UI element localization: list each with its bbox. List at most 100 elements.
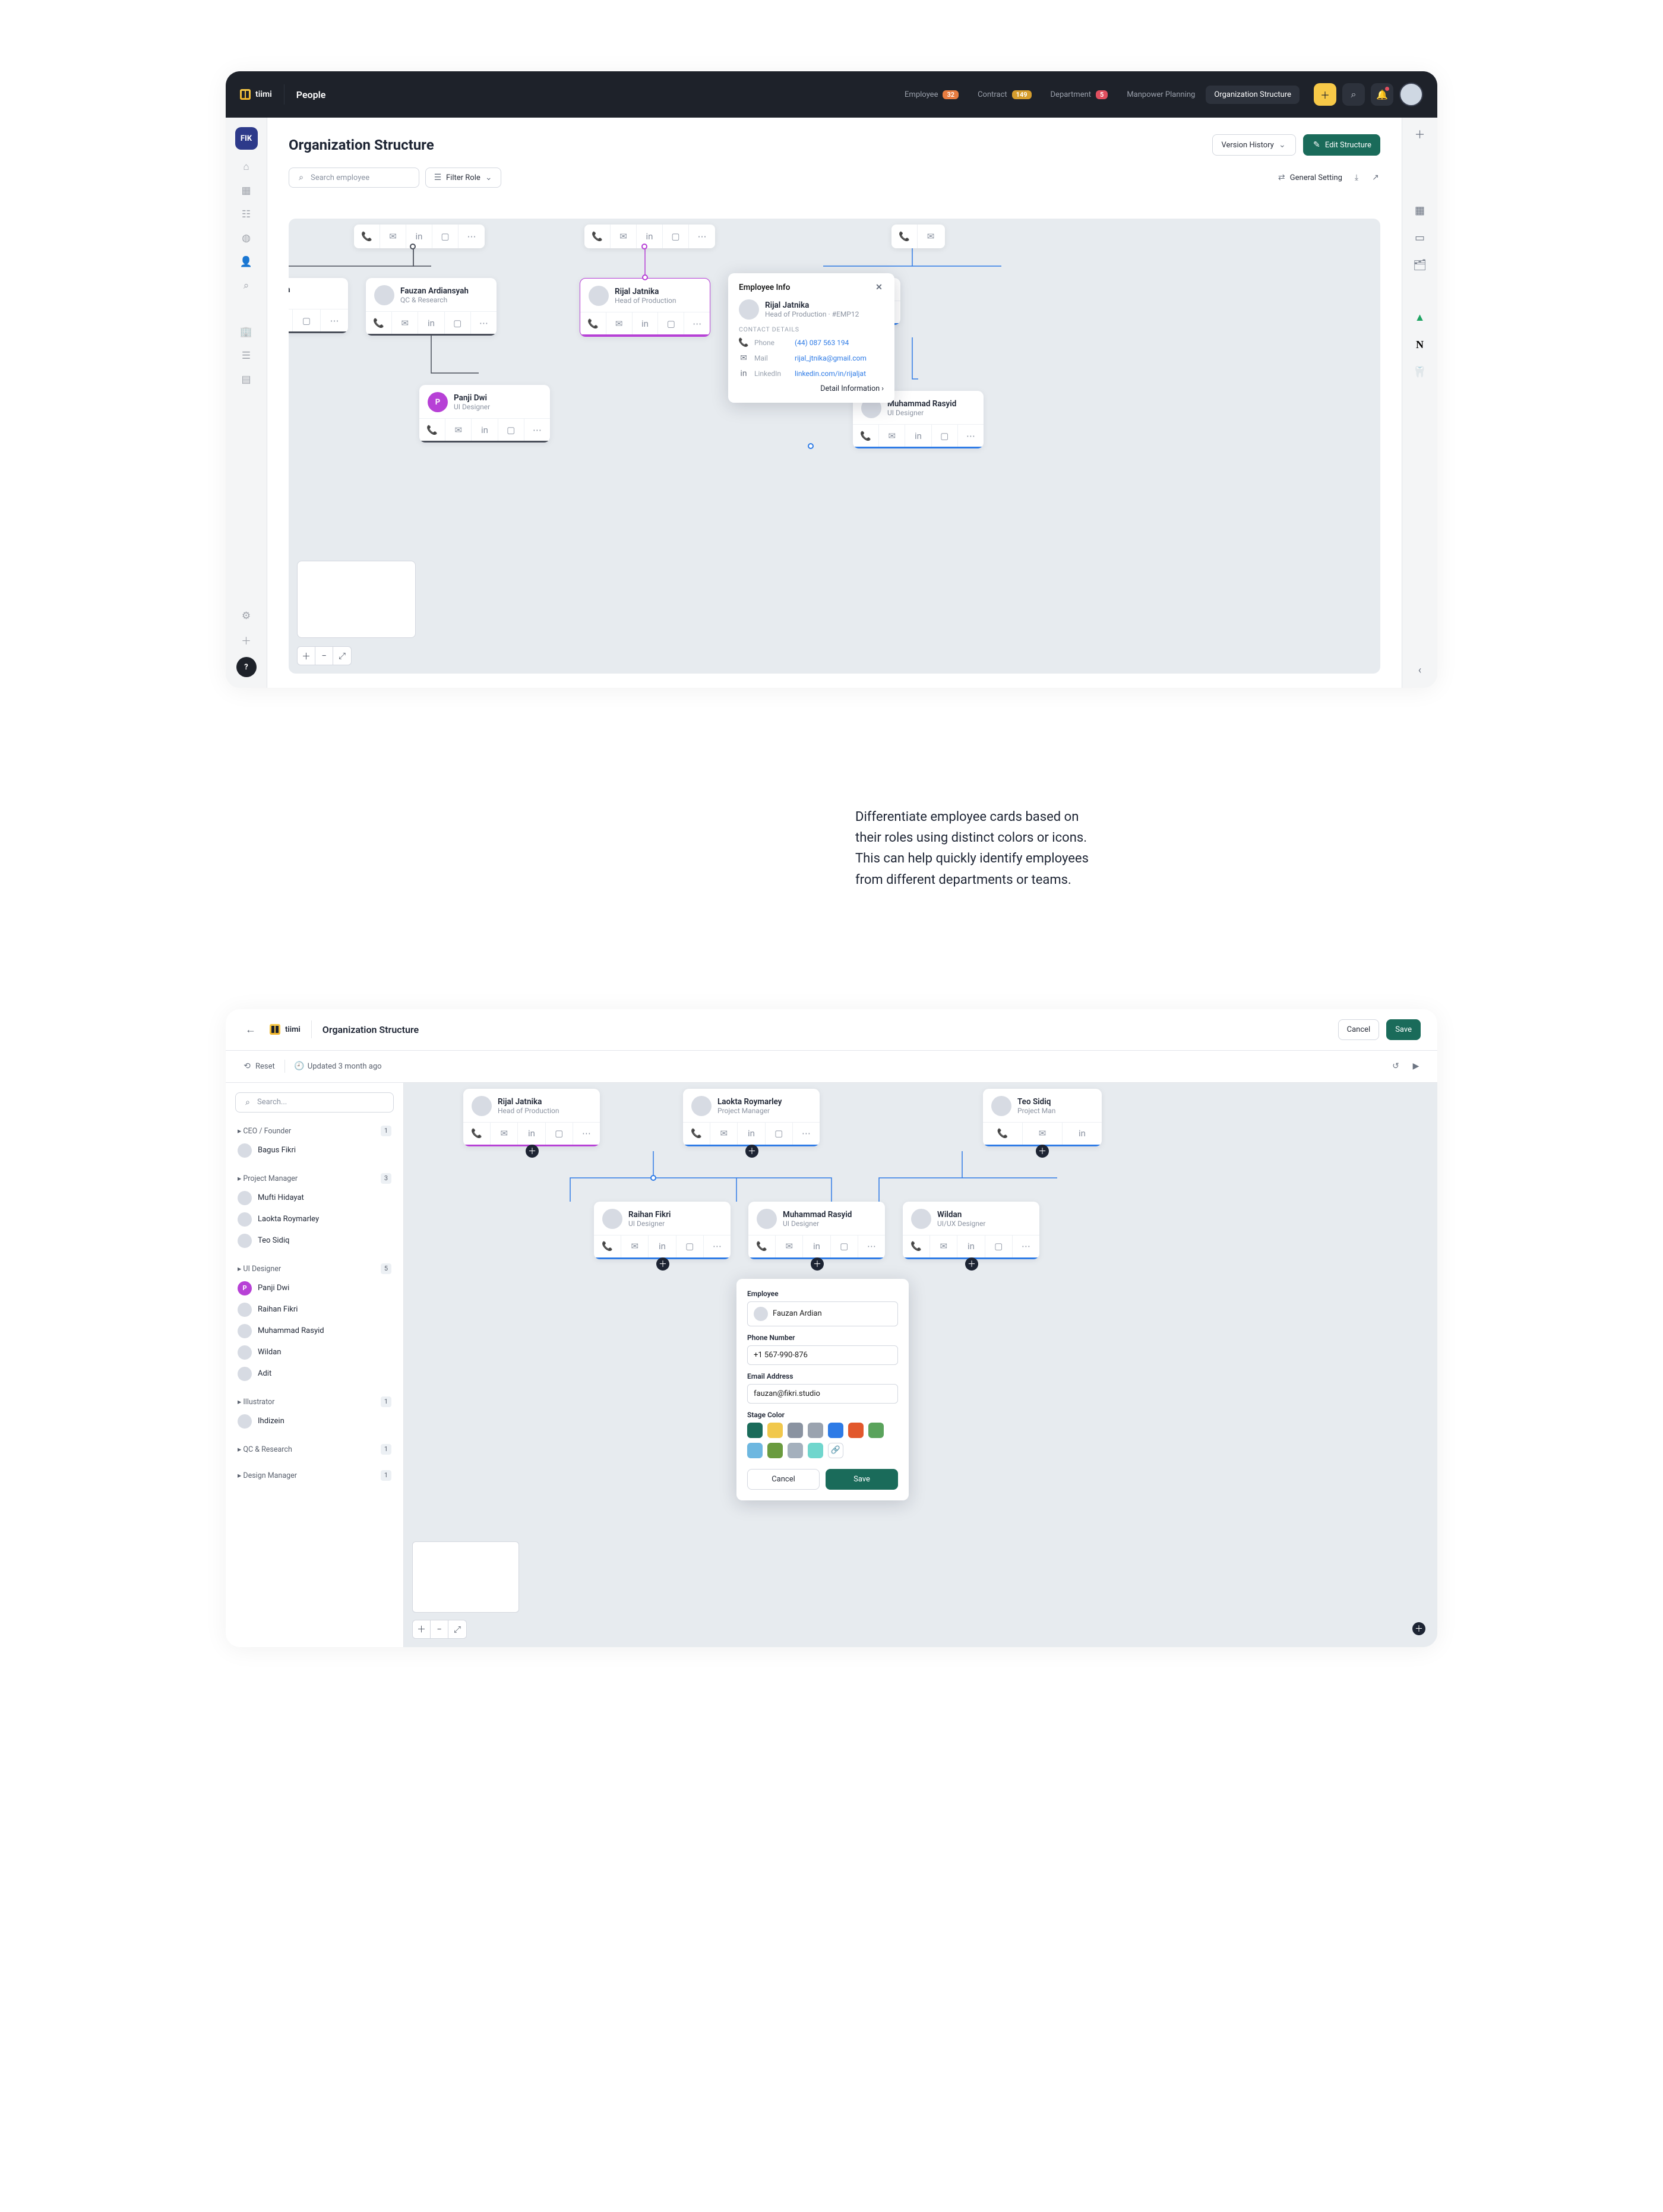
- color-swatch[interactable]: [788, 1443, 803, 1458]
- group-design-mgr[interactable]: ▸ Design Manager1: [235, 1467, 394, 1484]
- linkedin-icon[interactable]: in: [518, 1123, 545, 1145]
- nav-tab-department[interactable]: Department5: [1042, 86, 1117, 104]
- mail-icon[interactable]: ✉: [776, 1235, 803, 1257]
- version-history-button[interactable]: Version History⌄: [1212, 134, 1295, 156]
- linkedin-link[interactable]: linkedin.com/in/rijaljat: [795, 369, 866, 378]
- rail-home-icon[interactable]: ⌂: [240, 160, 253, 173]
- phone-link[interactable]: (44) 087 563 194: [795, 339, 849, 347]
- note-icon[interactable]: ▢: [932, 425, 958, 447]
- rail-search-icon[interactable]: ⌕: [240, 279, 253, 292]
- rail-globe-icon[interactable]: ◍: [240, 232, 253, 245]
- more-icon[interactable]: ⋯: [858, 1235, 885, 1257]
- sidebar-item[interactable]: Raihan Fikri: [235, 1299, 394, 1320]
- play-icon[interactable]: ▶: [1411, 1061, 1421, 1071]
- linkedin-icon[interactable]: in: [633, 312, 659, 334]
- note-icon[interactable]: ▢: [498, 419, 524, 441]
- linkedin-icon[interactable]: in: [803, 1235, 830, 1257]
- add-child-button[interactable]: ＋: [745, 1145, 758, 1158]
- employee-card[interactable]: Teo SidiqProject Man 📞✉in: [983, 1089, 1102, 1146]
- phone-icon[interactable]: 📞: [584, 225, 611, 248]
- more-icon[interactable]: ⋯: [958, 425, 984, 447]
- history-icon[interactable]: ↺: [1391, 1061, 1400, 1071]
- note-icon[interactable]: ▭: [1413, 230, 1427, 245]
- mail-icon[interactable]: ✉: [918, 225, 944, 248]
- rail-people-icon[interactable]: 👤: [240, 255, 253, 268]
- mail-icon[interactable]: ✉: [380, 225, 406, 248]
- back-button[interactable]: ←: [242, 1021, 259, 1038]
- add-child-button[interactable]: ＋: [526, 1145, 539, 1158]
- rail-plus-icon[interactable]: ＋: [240, 633, 253, 646]
- employee-card[interactable]: izeinrator in▢⋯: [289, 278, 348, 333]
- group-qc[interactable]: ▸ QC & Research1: [235, 1440, 394, 1458]
- org-canvas[interactable]: 📞✉in▢⋯ 📞✉in▢⋯ 📞✉ izeinrator in▢⋯: [289, 219, 1380, 674]
- color-picker-button[interactable]: 🔗: [828, 1443, 843, 1458]
- employee-field[interactable]: Fauzan Ardian: [747, 1301, 898, 1326]
- rail-chart-icon[interactable]: ▤: [240, 373, 253, 386]
- employee-card[interactable]: Fauzan ArdiansyahQC & Research 📞✉in▢⋯: [366, 278, 497, 336]
- sidebar-item[interactable]: Adit: [235, 1363, 394, 1385]
- add-child-button[interactable]: ＋: [656, 1257, 669, 1271]
- mail-icon[interactable]: ✉: [879, 425, 905, 447]
- share-icon[interactable]: ↗: [1371, 173, 1380, 182]
- zoom-fit-button[interactable]: ⤢: [448, 1620, 466, 1638]
- close-icon[interactable]: ✕: [874, 283, 884, 292]
- more-icon[interactable]: ⋯: [1013, 1235, 1039, 1257]
- employee-card-selected[interactable]: Rijal JatnikaHead of Production 📞✉in▢⋯: [580, 278, 710, 337]
- mail-icon[interactable]: ✉: [392, 312, 418, 334]
- form-cancel-button[interactable]: Cancel: [747, 1469, 820, 1490]
- add-button[interactable]: ＋: [1314, 83, 1336, 106]
- phone-icon[interactable]: 📞: [748, 1235, 776, 1257]
- rail-list-icon[interactable]: ☰: [240, 349, 253, 362]
- linkedin-icon[interactable]: in: [649, 1235, 676, 1257]
- phone-icon[interactable]: 📞: [354, 225, 380, 248]
- note-icon[interactable]: ▢: [293, 309, 321, 331]
- more-icon[interactable]: ⋯: [684, 312, 710, 334]
- color-swatch[interactable]: [828, 1423, 843, 1438]
- detail-information-link[interactable]: Detail Information ›: [739, 384, 884, 393]
- mail-link[interactable]: rijal_jtnika@gmail.com: [795, 354, 867, 362]
- archive-icon[interactable]: 🗂: [1413, 258, 1427, 272]
- more-icon[interactable]: ⋯: [793, 1123, 820, 1145]
- linkedin-icon[interactable]: in: [418, 312, 444, 334]
- color-swatch[interactable]: [747, 1443, 763, 1458]
- color-swatch[interactable]: [808, 1423, 823, 1438]
- edit-structure-button[interactable]: ✎Edit Structure: [1303, 134, 1380, 156]
- more-icon[interactable]: ⋯: [704, 1235, 731, 1257]
- employee-card[interactable]: Rijal JatnikaHead of Production 📞✉in▢⋯: [463, 1089, 600, 1146]
- more-icon[interactable]: ⋯: [573, 1123, 600, 1145]
- cancel-button[interactable]: Cancel: [1338, 1019, 1380, 1040]
- sidebar-item[interactable]: Mufti Hidayat: [235, 1187, 394, 1209]
- phone-icon[interactable]: 📞: [891, 225, 918, 248]
- app-icon[interactable]: 🦷: [1413, 365, 1427, 379]
- note-icon[interactable]: ▢: [676, 1235, 704, 1257]
- more-icon[interactable]: ⋯: [459, 225, 485, 248]
- group-illustrator[interactable]: ▸ Illustrator1: [235, 1393, 394, 1411]
- rail-calendar-icon[interactable]: ▦: [240, 184, 253, 197]
- note-icon[interactable]: ▢: [766, 1123, 793, 1145]
- zoom-out-button[interactable]: −: [315, 647, 333, 665]
- employee-card[interactable]: Laokta RoymarleyProject Manager 📞✉in▢⋯: [683, 1089, 820, 1146]
- color-swatch[interactable]: [767, 1423, 783, 1438]
- note-icon[interactable]: ▢: [658, 312, 684, 334]
- more-icon[interactable]: ⋯: [689, 225, 715, 248]
- collapse-icon[interactable]: ‹: [1413, 663, 1427, 677]
- nav-tab-contract[interactable]: Contract149: [969, 86, 1039, 104]
- linkedin-icon[interactable]: in: [957, 1235, 985, 1257]
- mail-icon[interactable]: ✉: [445, 419, 472, 441]
- note-icon[interactable]: ▢: [985, 1235, 1013, 1257]
- google-drive-icon[interactable]: ▲: [1413, 310, 1427, 324]
- group-pm[interactable]: ▸ Project Manager3: [235, 1170, 394, 1187]
- nav-tab-employee[interactable]: Employee32: [896, 86, 967, 104]
- nav-tab-orgstructure[interactable]: Organization Structure: [1206, 86, 1300, 104]
- mail-icon[interactable]: ✉: [710, 1123, 738, 1145]
- color-swatch[interactable]: [808, 1443, 823, 1458]
- zoom-fit-button[interactable]: ⤢: [333, 647, 351, 665]
- phone-icon[interactable]: 📞: [903, 1235, 930, 1257]
- email-field[interactable]: fauzan@fikri.studio: [747, 1384, 898, 1404]
- floating-add-button[interactable]: ＋: [1412, 1622, 1425, 1635]
- mail-icon[interactable]: ✉: [930, 1235, 957, 1257]
- rail-settings-icon[interactable]: ⚙: [240, 609, 253, 622]
- color-swatch[interactable]: [788, 1423, 803, 1438]
- general-setting-button[interactable]: ⇄General Setting: [1277, 173, 1342, 182]
- user-avatar[interactable]: [1399, 83, 1423, 106]
